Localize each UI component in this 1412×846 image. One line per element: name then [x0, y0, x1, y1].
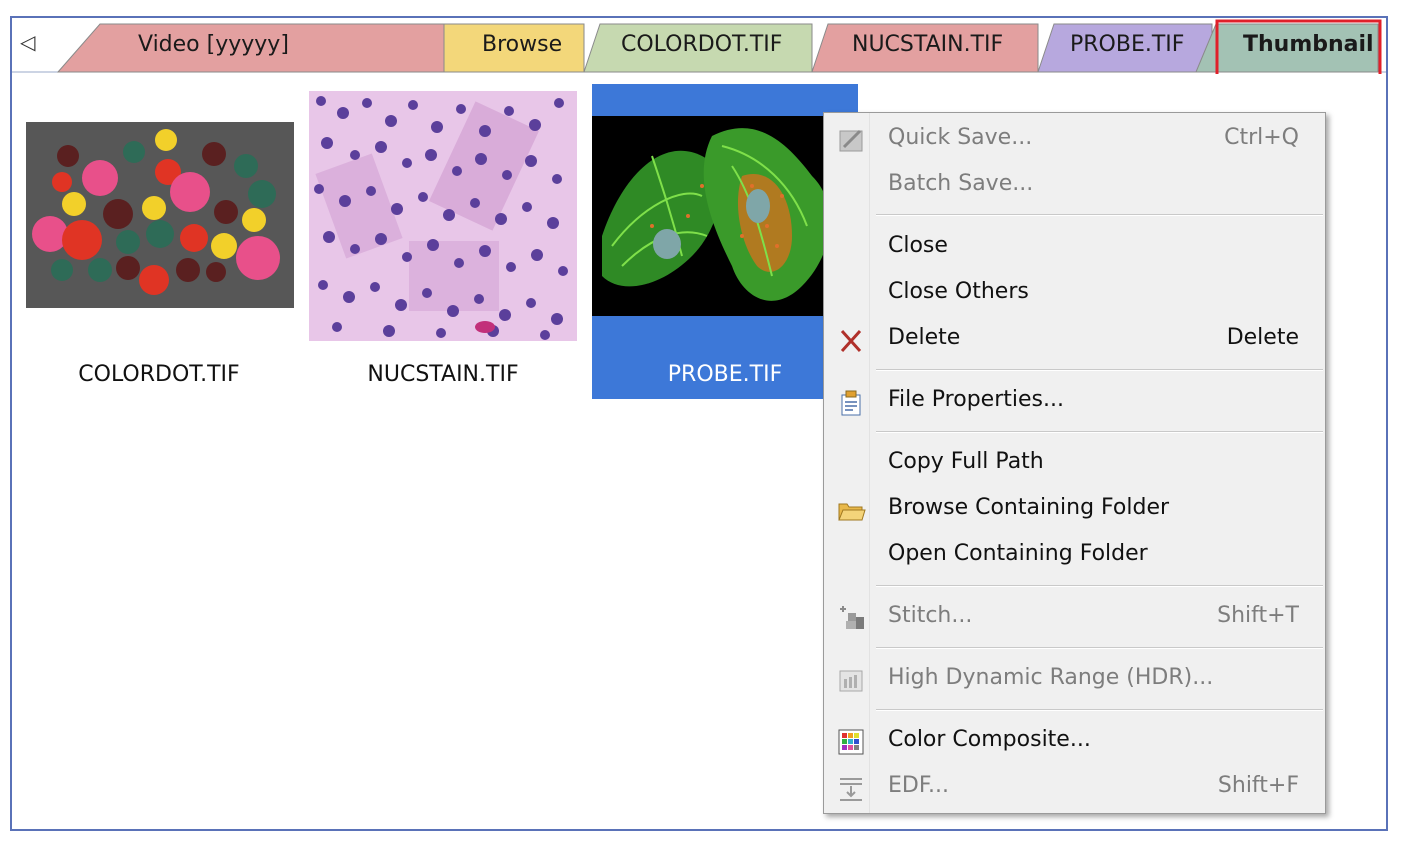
menu-label-batch-save: Batch Save...	[888, 171, 1034, 196]
tab-colordot[interactable]: COLORDOT.TIF	[621, 32, 782, 58]
menu-shortcut-delete: Delete	[1226, 325, 1299, 350]
menu-separator	[876, 369, 1323, 371]
menu-label-close-others: Close Others	[888, 279, 1029, 304]
menu-item-delete[interactable]: Delete Delete	[824, 319, 1325, 361]
thumbnail-label-nucstain: NUCSTAIN.TIF	[367, 362, 519, 387]
menu-item-open-containing-folder[interactable]: Open Containing Folder	[824, 535, 1325, 577]
tab-browse[interactable]: Browse	[482, 32, 562, 58]
tab-nucstain[interactable]: NUCSTAIN.TIF	[852, 32, 1003, 58]
color-composite-icon	[838, 729, 864, 755]
edf-icon	[840, 778, 862, 801]
menu-label-open-containing-folder: Open Containing Folder	[888, 541, 1148, 566]
tab-probe[interactable]: PROBE.TIF	[1070, 32, 1184, 58]
thumbnail-label-probe: PROBE.TIF	[667, 362, 783, 387]
menu-label-color-composite: Color Composite...	[888, 727, 1091, 752]
menu-item-stitch[interactable]: Stitch... Shift+T	[824, 597, 1325, 639]
menu-item-close-others[interactable]: Close Others	[824, 273, 1325, 315]
menu-label-delete: Delete	[888, 325, 961, 350]
menu-label-stitch: Stitch...	[888, 603, 973, 628]
menu-label-hdr: High Dynamic Range (HDR)...	[888, 665, 1214, 690]
menu-separator	[876, 709, 1323, 711]
menu-label-file-properties: File Properties...	[888, 387, 1064, 412]
delete-x-icon	[840, 329, 862, 353]
menu-item-batch-save[interactable]: Batch Save...	[824, 165, 1325, 207]
menu-separator	[876, 585, 1323, 587]
context-menu: Quick Save... Ctrl+Q Batch Save... Close…	[823, 112, 1326, 814]
menu-separator	[876, 214, 1323, 216]
stitch-icon	[840, 606, 864, 629]
menu-item-hdr[interactable]: High Dynamic Range (HDR)...	[824, 659, 1325, 701]
menu-item-file-properties[interactable]: File Properties...	[824, 381, 1325, 423]
menu-item-copy-full-path[interactable]: Copy Full Path	[824, 443, 1325, 485]
menu-shortcut-stitch: Shift+T	[1217, 603, 1299, 628]
thumbnail-label-colordot: COLORDOT.TIF	[78, 362, 240, 387]
tab-thumbnail[interactable]: Thumbnail	[1243, 32, 1374, 58]
menu-item-close[interactable]: Close	[824, 227, 1325, 269]
hdr-icon	[839, 670, 863, 692]
quick-save-icon	[839, 129, 863, 152]
thumbnail-colordot[interactable]	[26, 122, 294, 312]
menu-item-browse-containing-folder[interactable]: Browse Containing Folder	[824, 489, 1325, 531]
tab-bar: ◁ Video [yyyyy] Browse COLORDOT.TIF NUCS…	[12, 18, 1386, 74]
menu-label-close: Close	[888, 233, 948, 258]
thumbnail-nucstain[interactable]	[309, 91, 577, 345]
menu-label-quick-save: Quick Save...	[888, 125, 1033, 150]
probe-image	[592, 116, 858, 316]
menu-separator	[876, 431, 1323, 433]
menu-label-edf: EDF...	[888, 773, 949, 798]
menu-label-browse-containing-folder: Browse Containing Folder	[888, 495, 1170, 520]
menu-separator	[876, 647, 1323, 649]
tab-video[interactable]: Video [yyyyy]	[138, 32, 289, 58]
folder-icon	[838, 503, 866, 521]
menu-shortcut-quick-save: Ctrl+Q	[1224, 125, 1299, 150]
colordot-image	[26, 122, 294, 308]
menu-shortcut-edf: Shift+F	[1217, 773, 1299, 798]
menu-label-copy-full-path: Copy Full Path	[888, 449, 1044, 474]
nucstain-image	[309, 91, 577, 341]
thumbnail-probe[interactable]	[592, 116, 858, 320]
menu-item-edf[interactable]: EDF... Shift+F	[824, 767, 1325, 809]
tab-scroll-left-icon[interactable]: ◁	[20, 30, 35, 54]
menu-item-quick-save[interactable]: Quick Save... Ctrl+Q	[824, 119, 1325, 161]
file-properties-icon	[841, 390, 861, 416]
menu-item-color-composite[interactable]: Color Composite...	[824, 721, 1325, 763]
